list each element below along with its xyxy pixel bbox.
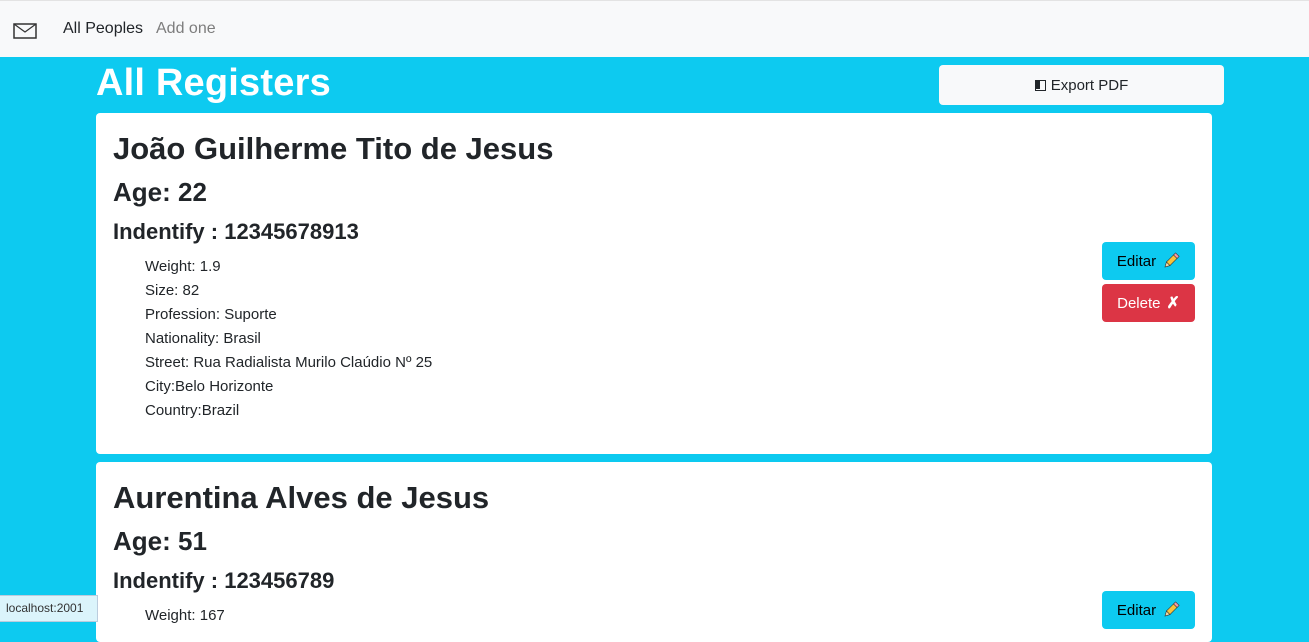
page-title: All Registers	[96, 62, 331, 104]
delete-label: Delete	[1117, 294, 1161, 312]
edit-label: Editar	[1116, 252, 1157, 270]
edit-button[interactable]: Editar	[1102, 242, 1195, 280]
person-details: Weight: 1.9 Size: 82 Profession: Suporte…	[145, 255, 432, 423]
detail-profession: Profession: Suporte	[145, 306, 277, 323]
export-pdf-button[interactable]: Export PDF	[939, 65, 1224, 105]
person-age: Age: 22	[113, 177, 207, 207]
navbar: All Peoples Add one	[0, 0, 1309, 57]
edit-label: Editar	[1116, 601, 1157, 619]
detail-country: Country:Brazil	[145, 402, 240, 419]
detail-weight: Weight: 1.9	[145, 258, 221, 275]
delete-button[interactable]: Delete ✗	[1102, 284, 1195, 322]
person-card: Aurentina Alves de Jesus Age: 51 Indenti…	[96, 462, 1212, 642]
person-card: João Guilherme Tito de Jesus Age: 22 Ind…	[96, 113, 1212, 454]
pencil-icon	[1162, 252, 1180, 270]
detail-weight: Weight: 167	[145, 607, 225, 624]
person-age: Age: 51	[113, 526, 207, 556]
envelope-icon[interactable]	[13, 23, 37, 39]
person-details: Weight: 167	[145, 604, 225, 628]
detail-city: City:Belo Horizonte	[145, 378, 274, 395]
person-identify: Indentify : 12345678913	[113, 219, 359, 244]
pencil-icon	[1162, 601, 1180, 619]
edit-button[interactable]: Editar	[1102, 591, 1195, 629]
nav-link-add-one[interactable]: Add one	[156, 20, 216, 38]
status-bar-url: localhost:2001	[0, 595, 98, 622]
detail-street: Street: Rua Radialista Murilo Claúdio Nº…	[145, 354, 433, 371]
close-icon: ✗	[1166, 295, 1180, 312]
half-square-icon	[1034, 79, 1046, 91]
person-identify: Indentify : 123456789	[113, 568, 335, 593]
detail-nationality: Nationality: Brasil	[145, 330, 261, 347]
person-name: Aurentina Alves de Jesus	[113, 480, 490, 515]
detail-size: Size: 82	[145, 282, 200, 299]
person-name: João Guilherme Tito de Jesus	[113, 131, 554, 166]
export-pdf-label: Export PDF	[1050, 76, 1129, 94]
nav-link-all-peoples[interactable]: All Peoples	[63, 20, 143, 38]
